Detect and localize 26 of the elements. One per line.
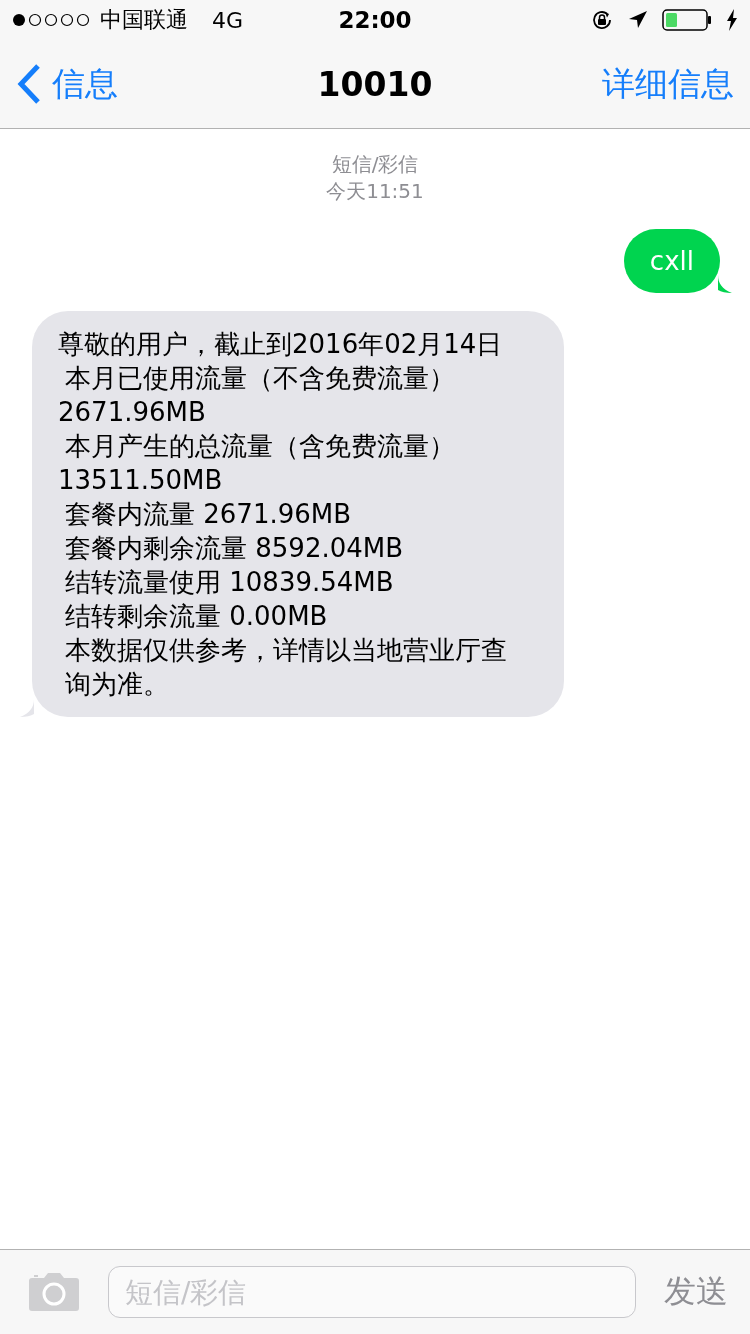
message-line: 13511.50MB <box>58 464 224 497</box>
message-line: 套餐内剩余流量 8592.04MB <box>64 532 405 565</box>
clock-time: 22:00 <box>338 7 412 33</box>
message-line: 套餐内流量 2671.96MB <box>64 498 353 531</box>
message-line: 本月已使用流量（不含免费流量） <box>64 362 456 395</box>
message-line: 本数据仅供参考，详情以当地营业厅查询为准。 <box>64 634 508 701</box>
signal-icon <box>12 13 90 27</box>
message-line: 本月产生的总流量（含免费流量） <box>64 430 456 463</box>
message-line: 尊敬的用户，截止到2016年02月14日 <box>58 328 504 361</box>
charging-icon <box>726 9 738 31</box>
message-line: 2671.96MB <box>58 396 207 429</box>
message-line: 结转流量使用 10839.54MB <box>64 566 395 599</box>
location-icon <box>628 10 648 30</box>
camera-icon[interactable] <box>28 1272 80 1312</box>
rotation-lock-icon <box>590 8 614 32</box>
network-type: 4G <box>212 7 244 33</box>
back-chevron-icon <box>16 63 42 105</box>
conversation-title: 10010 <box>317 64 433 104</box>
service-label: 短信/彩信 <box>331 151 419 178</box>
timestamp: 今天11:51 <box>326 178 424 205</box>
carrier-name: 中国联通 <box>100 6 188 34</box>
message-line: 结转剩余流量 0.00MB <box>64 600 329 633</box>
battery-icon <box>662 9 712 31</box>
sent-message: cxll <box>623 229 720 293</box>
back-button[interactable]: 信息 <box>16 61 118 107</box>
details-button[interactable]: 详细信息 <box>602 61 734 107</box>
